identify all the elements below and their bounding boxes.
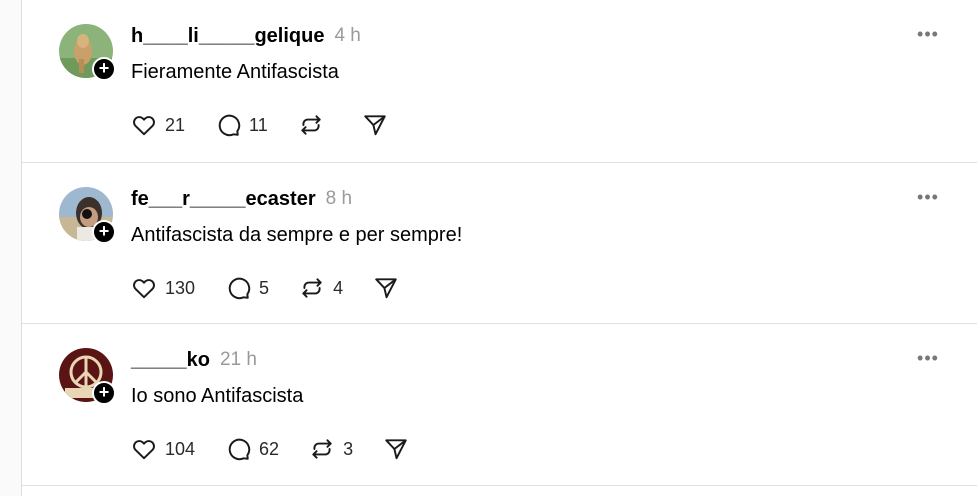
action-bar: 130 5 4 xyxy=(131,273,429,303)
share-button[interactable] xyxy=(373,273,399,303)
post: + fe___r_____ecaster 8 h ••• Antifascist… xyxy=(22,163,977,324)
like-count: 130 xyxy=(165,277,196,298)
timestamp[interactable]: 21 h xyxy=(220,349,257,371)
send-icon xyxy=(383,436,409,462)
action-bar: 21 11 xyxy=(131,110,418,140)
repost-icon xyxy=(298,112,324,138)
repost-button[interactable] xyxy=(298,110,332,140)
username[interactable]: h____li_____gelique xyxy=(131,25,324,48)
left-gutter xyxy=(0,0,22,496)
avatar-container[interactable]: + xyxy=(59,187,116,244)
heart-icon xyxy=(131,275,157,301)
like-button[interactable]: 130 xyxy=(131,273,195,303)
reply-count: 62 xyxy=(259,438,280,459)
follow-plus-icon[interactable]: + xyxy=(92,381,116,405)
share-button[interactable] xyxy=(362,110,388,140)
more-icon[interactable]: ••• xyxy=(916,346,940,370)
action-bar: 104 62 3 xyxy=(131,434,439,464)
repost-button[interactable]: 3 xyxy=(309,434,353,464)
post-header: h____li_____gelique 4 h xyxy=(131,22,361,50)
repost-button[interactable]: 4 xyxy=(299,273,343,303)
more-icon[interactable]: ••• xyxy=(916,22,940,46)
heart-icon xyxy=(131,112,157,138)
heart-icon xyxy=(131,436,157,462)
reply-count: 5 xyxy=(259,277,270,298)
send-icon xyxy=(373,275,399,301)
comment-icon xyxy=(215,112,241,138)
like-button[interactable]: 104 xyxy=(131,434,195,464)
comment-icon xyxy=(225,275,251,301)
more-icon[interactable]: ••• xyxy=(916,185,940,209)
reply-button[interactable]: 5 xyxy=(225,273,269,303)
post-text: Antifascista da sempre e per sempre! xyxy=(131,224,463,246)
post-text: Fieramente Antifascista xyxy=(131,61,339,83)
thread-feed: + h____li_____gelique 4 h ••• Fieramente… xyxy=(22,0,977,496)
repost-icon xyxy=(309,436,335,462)
like-count: 104 xyxy=(165,438,196,459)
reply-count: 11 xyxy=(249,114,268,135)
timestamp[interactable]: 4 h xyxy=(334,25,360,47)
post: + _____ko 21 h ••• Io sono Antifascista … xyxy=(22,324,977,486)
username[interactable]: _____ko xyxy=(131,349,210,372)
reply-button[interactable]: 62 xyxy=(225,434,279,464)
timestamp[interactable]: 8 h xyxy=(326,188,352,210)
send-icon xyxy=(362,112,388,138)
follow-plus-icon[interactable]: + xyxy=(92,57,116,81)
post-header: _____ko 21 h xyxy=(131,346,257,374)
share-button[interactable] xyxy=(383,434,409,464)
post: + h____li_____gelique 4 h ••• Fieramente… xyxy=(22,0,977,163)
avatar-container[interactable]: + xyxy=(59,24,116,81)
username[interactable]: fe___r_____ecaster xyxy=(131,188,316,211)
post-text: Io sono Antifascista xyxy=(131,385,304,407)
follow-plus-icon[interactable]: + xyxy=(92,220,116,244)
post-header: fe___r_____ecaster 8 h xyxy=(131,185,352,213)
avatar-container[interactable]: + xyxy=(59,348,116,405)
repost-icon xyxy=(299,275,325,301)
repost-count: 3 xyxy=(343,438,354,459)
like-count: 21 xyxy=(165,114,186,135)
repost-count: 4 xyxy=(333,277,344,298)
reply-button[interactable]: 11 xyxy=(215,110,268,140)
comment-icon xyxy=(225,436,251,462)
like-button[interactable]: 21 xyxy=(131,110,185,140)
